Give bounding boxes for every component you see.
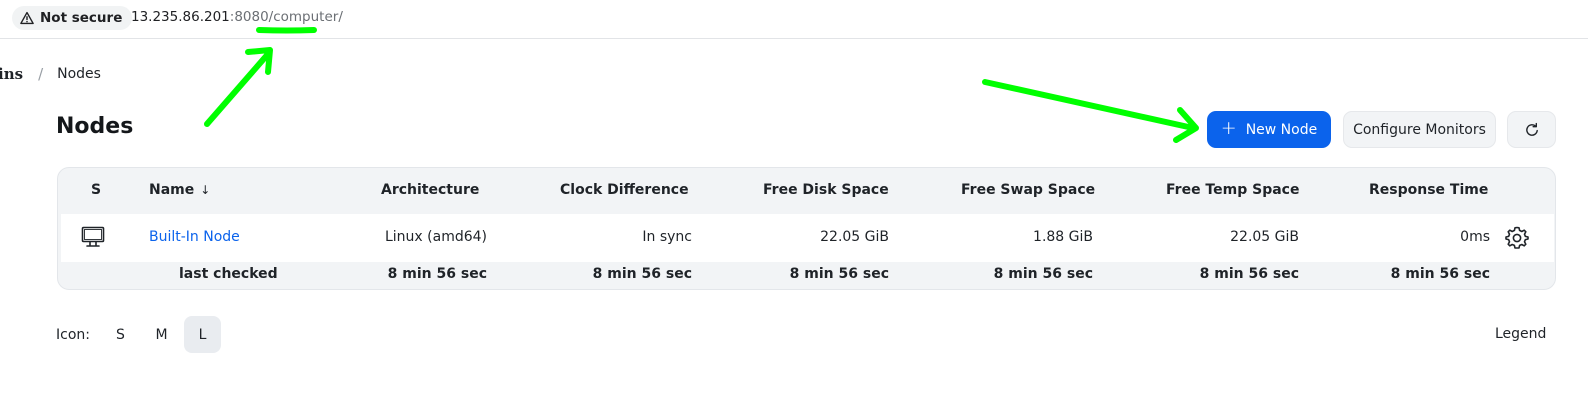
computer-icon [81,226,105,247]
icon-size-m[interactable]: M [143,316,180,353]
cell-architecture: Linux (amd64) [384,229,487,245]
breadcrumb: ins / Nodes [0,64,101,84]
icon-size-selector: Icon: S M L [56,316,225,353]
last-checked-label: last checked [179,266,278,282]
legend-link[interactable]: Legend [1495,326,1546,342]
icon-size-l[interactable]: L [183,316,221,353]
url-arrow-annotation [204,47,273,127]
new-node-label: New Node [1245,121,1318,138]
nodes-table: S Name ↓ Architecture Clock Difference Fr… [57,167,1556,290]
configure-monitors-button[interactable]: Configure Monitors [1343,111,1496,148]
refresh-button[interactable] [1507,111,1556,148]
last-checked-row: last checked 8 min 56 sec 8 min 56 sec 8… [61,262,1554,288]
column-response-time[interactable]: Response Time [1369,182,1488,198]
column-name-label: Name [149,182,195,198]
table-header: S Name ↓ Architecture Clock Difference Fr… [58,168,1555,214]
last-checked-free-temp-space: 8 min 56 sec [1199,266,1299,282]
breadcrumb-current[interactable]: Nodes [57,66,101,82]
breadcrumb-separator: / [38,65,44,83]
column-name[interactable]: Name ↓ [149,182,210,198]
cell-clock-difference: In sync [642,229,692,245]
security-label: Not secure [40,10,123,26]
node-link-built-in[interactable]: Built-In Node [149,229,240,245]
refresh-icon [1525,122,1538,136]
column-free-temp-space[interactable]: Free Temp Space [1166,182,1299,198]
gear-icon[interactable] [1504,225,1530,251]
new-node-arrow-annotation [982,79,1199,143]
table-row: Built-In Node Linux (amd64) In sync 22.0… [61,214,1554,262]
cell-free-disk-space: 22.05 GiB [820,229,889,245]
column-free-swap-space[interactable]: Free Swap Space [961,182,1095,198]
column-clock-difference[interactable]: Clock Difference [560,182,689,198]
address-bar[interactable]: Not secure 13.235.86.201:8080/computer/ [0,0,1588,39]
breadcrumb-root[interactable]: ins [0,65,23,83]
last-checked-architecture: 8 min 56 sec [387,266,487,282]
sort-down-icon: ↓ [200,183,211,197]
url-host: 13.235.86.201 [131,9,230,25]
last-checked-free-disk-space: 8 min 56 sec [789,266,889,282]
column-status[interactable]: S [91,182,101,198]
url-path: :8080/computer/ [229,9,343,25]
new-node-button[interactable]: + New Node [1207,111,1331,148]
plus-icon: + [1220,117,1237,139]
last-checked-response-time: 8 min 56 sec [1390,266,1490,282]
last-checked-free-swap-space: 8 min 56 sec [993,266,1093,282]
configure-monitors-label: Configure Monitors [1353,121,1486,138]
column-architecture[interactable]: Architecture [381,182,479,198]
last-checked-clock-difference: 8 min 56 sec [592,266,692,282]
page-title: Nodes [56,114,134,139]
cell-free-swap-space: 1.88 GiB [1033,229,1093,245]
cell-response-time: 0ms [1460,229,1490,245]
icon-size-label: Icon: [56,326,90,343]
security-indicator[interactable]: Not secure [12,6,133,30]
url-field[interactable]: 13.235.86.201:8080/computer/ [131,9,343,25]
column-free-disk-space[interactable]: Free Disk Space [763,182,889,198]
warning-icon [20,11,34,25]
cell-free-temp-space: 22.05 GiB [1230,229,1299,245]
icon-size-s[interactable]: S [102,316,139,353]
